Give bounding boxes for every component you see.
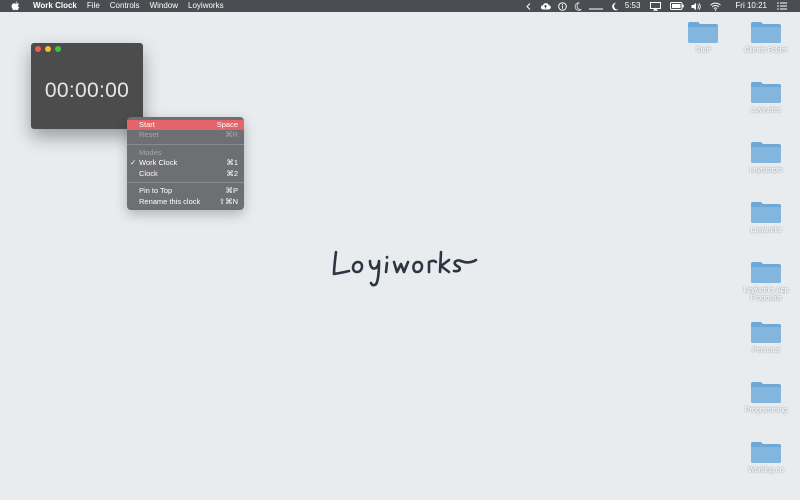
folder-icon bbox=[751, 442, 781, 463]
menu-window[interactable]: Window bbox=[150, 0, 178, 12]
menu-item-label: Work Clock bbox=[139, 158, 178, 167]
desktop-folder-programming[interactable]: Programming bbox=[735, 380, 797, 415]
menu-item-label: Clock bbox=[139, 169, 158, 178]
moon-icon[interactable] bbox=[574, 0, 582, 12]
menu-item-shortcut: ⌘R bbox=[225, 130, 238, 139]
menu-loyiworks[interactable]: Loyiworks bbox=[188, 0, 224, 12]
desktop-folder-loyinotes[interactable]: Loyinotes bbox=[735, 80, 797, 115]
loyiworks-logo bbox=[330, 244, 480, 292]
desktop-folder-stuff[interactable]: Stuff bbox=[672, 20, 734, 55]
menu-section-header: Modes bbox=[139, 148, 162, 157]
menu-item-rename[interactable]: Rename this clock ⇧⌘N bbox=[127, 197, 244, 207]
menu-separator bbox=[127, 182, 244, 183]
airplay-icon[interactable] bbox=[650, 0, 662, 12]
context-menu: Start Space Reset ⌘R Modes ✓ Work Clock … bbox=[127, 117, 244, 210]
desktop-folder-loyiscripts[interactable]: Loyiscripts bbox=[735, 140, 797, 175]
checkmark-icon: ✓ bbox=[130, 158, 137, 167]
menu-item-shortcut: ⌘1 bbox=[226, 158, 238, 167]
desktop-folder-proposals[interactable]: Loyiworks App Proposals bbox=[735, 260, 797, 303]
folder-icon bbox=[688, 22, 718, 43]
desktop-folder-working-on[interactable]: Working on bbox=[735, 440, 797, 475]
window-controls bbox=[35, 46, 65, 52]
menu-item-shortcut: Space bbox=[216, 120, 238, 129]
wifi-icon[interactable] bbox=[710, 0, 722, 12]
work-clock-window[interactable]: 00:00:00 bbox=[31, 43, 143, 129]
desktop-icon-label: Loyiworks App Proposals bbox=[743, 287, 789, 302]
menu-section-modes: Modes bbox=[127, 148, 244, 158]
folder-icon bbox=[751, 142, 781, 163]
cloud-upload-icon[interactable] bbox=[540, 0, 551, 12]
folder-icon bbox=[751, 202, 781, 223]
folder-icon bbox=[751, 82, 781, 103]
folder-icon bbox=[751, 322, 781, 343]
desktop-icon-label: Stuff bbox=[695, 47, 711, 54]
menu-app-name[interactable]: Work Clock bbox=[33, 0, 77, 12]
desktop-icon-label: Personal bbox=[752, 347, 780, 354]
desktop-icon-label: Working on bbox=[748, 467, 784, 474]
menu-item-pin-to-top[interactable]: Pin to Top ⌘P bbox=[127, 186, 244, 196]
desktop-folder-personal[interactable]: Personal bbox=[735, 320, 797, 355]
menu-item-label: Pin to Top bbox=[139, 186, 173, 195]
menu-item-reset[interactable]: Reset ⌘R bbox=[127, 130, 244, 140]
desktop-icon-label: Clients Folder bbox=[744, 47, 788, 54]
menu-item-work-clock[interactable]: ✓ Work Clock ⌘1 bbox=[127, 158, 244, 168]
chevron-left-icon[interactable] bbox=[526, 0, 531, 12]
menu-item-shortcut: ⌘2 bbox=[226, 169, 238, 178]
menu-bar: Work Clock File Controls Window Loyiwork… bbox=[0, 0, 800, 12]
status-time[interactable]: 5:53 bbox=[625, 0, 641, 12]
notification-center-icon[interactable] bbox=[777, 0, 787, 12]
desktop-icon-label: Loyiworks bbox=[750, 227, 782, 234]
menu-item-label: Rename this clock bbox=[139, 197, 201, 206]
menu-item-start[interactable]: Start Space bbox=[127, 120, 244, 130]
desktop-folder-clients[interactable]: Clients Folder bbox=[735, 20, 797, 55]
folder-icon bbox=[751, 382, 781, 403]
input-indicator-icon[interactable] bbox=[588, 0, 603, 12]
menu-item-label: Reset bbox=[139, 130, 159, 139]
desktop-icon-label: Loyinotes bbox=[751, 107, 781, 114]
menu-controls[interactable]: Controls bbox=[110, 0, 140, 12]
apple-icon[interactable] bbox=[11, 1, 20, 11]
menu-item-clock[interactable]: Clock ⌘2 bbox=[127, 169, 244, 179]
menubar-clock[interactable]: Fri 10:21 bbox=[735, 0, 767, 12]
minimize-button[interactable] bbox=[45, 46, 51, 52]
timer-display: 00:00:00 bbox=[44, 79, 130, 102]
desktop-icon-label: Loyiscripts bbox=[749, 167, 783, 174]
desktop-icon-label: Programming bbox=[744, 407, 787, 414]
info-circle-icon[interactable] bbox=[558, 0, 567, 12]
dark-mode-icon[interactable] bbox=[611, 0, 619, 12]
desktop-folder-loyiworks[interactable]: Loyiworks bbox=[735, 200, 797, 235]
folder-icon bbox=[751, 22, 781, 43]
menu-item-shortcut: ⌘P bbox=[225, 186, 238, 195]
menu-item-shortcut: ⇧⌘N bbox=[218, 197, 238, 206]
volume-icon[interactable] bbox=[691, 0, 702, 12]
menu-file[interactable]: File bbox=[87, 0, 100, 12]
folder-icon bbox=[751, 262, 781, 283]
battery-icon[interactable] bbox=[670, 0, 685, 12]
menu-item-label: Start bbox=[139, 120, 155, 129]
menu-separator bbox=[127, 144, 244, 145]
zoom-button[interactable] bbox=[55, 46, 61, 52]
close-button[interactable] bbox=[35, 46, 41, 52]
